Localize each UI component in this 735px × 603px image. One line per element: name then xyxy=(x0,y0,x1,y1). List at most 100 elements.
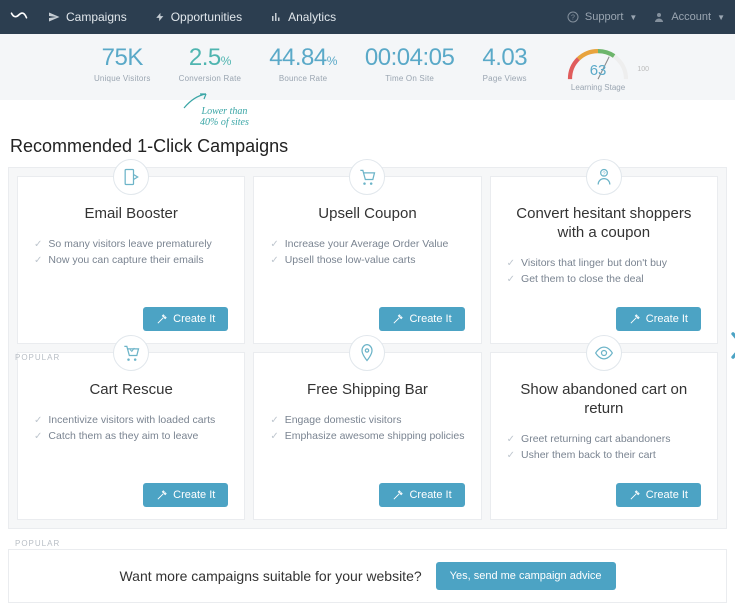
annotation: Lower than 40% of sites xyxy=(200,106,249,128)
card-bullets: Increase your Average Order ValueUpsell … xyxy=(270,238,464,270)
popular-badge: POPULAR xyxy=(15,353,60,362)
question-user-icon: ? xyxy=(586,159,622,195)
metric-label: Conversion Rate xyxy=(179,74,242,83)
cart-icon xyxy=(349,159,385,195)
metric-value: 2.5 xyxy=(189,44,221,71)
metric-value: 4.03 xyxy=(482,44,527,72)
lightning-icon xyxy=(155,11,165,23)
gauge-value: 63 xyxy=(555,62,641,79)
chevron-down-icon: ▼ xyxy=(629,13,637,22)
chevron-down-icon: ▼ xyxy=(717,13,725,22)
eye-icon xyxy=(586,335,622,371)
account-label: Account xyxy=(671,11,711,23)
create-it-button[interactable]: Create It xyxy=(379,483,464,507)
button-label: Create It xyxy=(173,489,215,501)
card-title: Free Shipping Bar xyxy=(270,381,464,400)
card-bullet: Get them to close the deal xyxy=(507,273,701,285)
card-title: Show abandoned cart on return xyxy=(507,381,701,419)
user-icon xyxy=(653,11,665,23)
metric-conversion: 2.5% Conversion Rate xyxy=(179,44,242,92)
send-icon xyxy=(48,11,60,23)
card-bullet: Incentivize visitors with loaded carts xyxy=(34,414,228,426)
campaign-card: Free Shipping Bar Engage domestic visitor… xyxy=(253,352,481,520)
nav-label: Analytics xyxy=(288,10,336,24)
nav-label: Campaigns xyxy=(66,10,127,24)
gauge-label: Learning Stage xyxy=(555,83,641,92)
app-header: Campaigns Opportunities Analytics ? Supp… xyxy=(0,0,735,34)
metrics-bar: 75K Unique Visitors 2.5% Conversion Rate… xyxy=(0,34,735,100)
cta-text: Want more campaigns suitable for your we… xyxy=(119,568,421,584)
wand-icon xyxy=(156,490,167,501)
card-bullet: Catch them as they aim to leave xyxy=(34,430,228,442)
campaign-card: Show abandoned cart on return Greet retur… xyxy=(490,352,718,520)
gauge-max: 100 xyxy=(637,66,649,73)
campaign-card: Upsell Coupon Increase your Average Order… xyxy=(253,176,481,344)
campaign-carousel: Email BoosterSo many visitors leave prem… xyxy=(8,167,727,529)
carousel-next[interactable] xyxy=(728,331,735,366)
metric-bounce: 44.84% Bounce Rate xyxy=(269,44,337,92)
metric-visitors: 75K Unique Visitors xyxy=(94,44,151,92)
create-it-button[interactable]: Create It xyxy=(379,307,464,331)
support-menu[interactable]: ? Support ▼ xyxy=(567,11,637,23)
nav-opportunities[interactable]: Opportunities xyxy=(141,10,256,24)
card-bullet: Now you can capture their emails xyxy=(34,254,228,266)
card-bullets: Visitors that linger but don't buy Get th… xyxy=(507,257,701,289)
main-nav: Campaigns Opportunities Analytics xyxy=(34,10,350,24)
button-label: Create It xyxy=(646,489,688,501)
create-it-button[interactable]: Create It xyxy=(616,483,701,507)
create-it-button[interactable]: Create It xyxy=(143,307,228,331)
svg-text:?: ? xyxy=(571,15,575,22)
cta-button[interactable]: Yes, send me campaign advice xyxy=(436,562,616,590)
card-bullet: Engage domestic visitors xyxy=(270,414,464,426)
campaign-grid: Email BoosterSo many visitors leave prem… xyxy=(17,176,718,520)
card-bullets: So many visitors leave prematurelyNow yo… xyxy=(34,238,228,270)
button-label: Create It xyxy=(409,489,451,501)
metric-label: Page Views xyxy=(482,74,527,83)
card-title: Convert hesitant shoppers with a coupon xyxy=(507,205,701,243)
wand-icon xyxy=(629,314,640,325)
bottom-cta: Want more campaigns suitable for your we… xyxy=(8,549,727,603)
account-menu[interactable]: Account ▼ xyxy=(653,11,725,23)
card-bullets: Engage domestic visitors Emphasize awesom… xyxy=(270,414,464,446)
svg-text:?: ? xyxy=(602,171,606,177)
wand-icon xyxy=(392,490,403,501)
wand-icon xyxy=(392,314,403,325)
nav-analytics[interactable]: Analytics xyxy=(256,10,350,24)
location-pin-icon xyxy=(349,335,385,371)
card-bullets: Incentivize visitors with loaded carts Ca… xyxy=(34,414,228,446)
metric-time: 00:04:05 Time On Site xyxy=(365,44,454,92)
metric-value: 00:04:05 xyxy=(365,44,454,72)
wand-icon xyxy=(156,314,167,325)
card-bullet: Increase your Average Order Value xyxy=(270,238,464,250)
card-bullet: Visitors that linger but don't buy xyxy=(507,257,701,269)
button-label: Create It xyxy=(173,313,215,325)
question-icon: ? xyxy=(567,11,579,23)
card-bullets: Greet returning cart abandonersUsher the… xyxy=(507,433,701,465)
card-bullet: Emphasize awesome shipping policies xyxy=(270,430,464,442)
logo-icon xyxy=(10,10,34,24)
metric-unit: % xyxy=(327,54,337,68)
header-right: ? Support ▼ Account ▼ xyxy=(567,11,725,23)
bar-chart-icon xyxy=(270,11,282,23)
card-bullet: Greet returning cart abandoners xyxy=(507,433,701,445)
door-exit-icon xyxy=(113,159,149,195)
nav-label: Opportunities xyxy=(171,10,242,24)
campaign-card: Email BoosterSo many visitors leave prem… xyxy=(17,176,245,344)
metric-label: Time On Site xyxy=(365,74,454,83)
metric-unit: % xyxy=(221,54,231,68)
create-it-button[interactable]: Create It xyxy=(616,307,701,331)
section-title: Recommended 1-Click Campaigns xyxy=(10,136,727,157)
card-title: Cart Rescue xyxy=(34,381,228,400)
support-label: Support xyxy=(585,11,624,23)
chevron-right-icon xyxy=(728,331,735,361)
campaign-card: Cart Rescue Incentivize visitors with loa… xyxy=(17,352,245,520)
metric-gauge: 63 100 Learning Stage xyxy=(555,44,641,92)
nav-campaigns[interactable]: Campaigns xyxy=(34,10,141,24)
content: Recommended 1-Click Campaigns Email Boos… xyxy=(0,100,735,537)
metric-label: Bounce Rate xyxy=(269,74,337,83)
button-label: Create It xyxy=(409,313,451,325)
card-title: Upsell Coupon xyxy=(270,205,464,224)
metric-value: 44.84 xyxy=(269,44,327,71)
cart-check-icon xyxy=(113,335,149,371)
create-it-button[interactable]: Create It xyxy=(143,483,228,507)
